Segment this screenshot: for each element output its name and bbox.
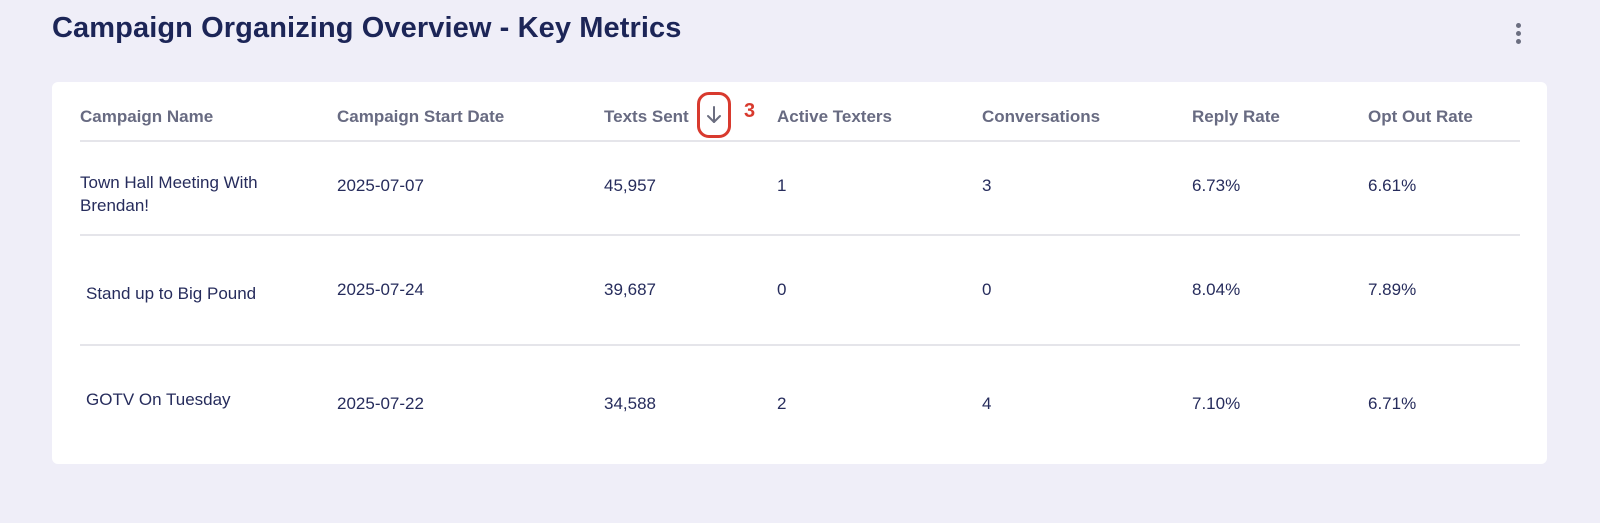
row-divider xyxy=(80,234,1520,236)
cell-reply-rate: 6.73% xyxy=(1192,176,1241,195)
cell-texts-sent: 39,687 xyxy=(604,280,656,299)
column-header-campaign-name[interactable]: Campaign Name xyxy=(80,105,213,128)
cell-texts-sent: 45,957 xyxy=(604,176,656,195)
cell-conversations: 0 xyxy=(982,280,992,299)
cell-opt-out-rate: 6.71% xyxy=(1368,394,1417,413)
cell-reply-rate: 8.04% xyxy=(1192,280,1241,299)
sort-button[interactable] xyxy=(697,92,731,138)
more-vertical-icon[interactable] xyxy=(1506,18,1530,48)
cell-reply-rate: 7.10% xyxy=(1192,394,1241,413)
cell-start-date: 2025-07-24 xyxy=(337,280,424,299)
row-divider xyxy=(80,344,1520,346)
column-header-opt-out-rate[interactable]: Opt Out Rate xyxy=(1368,105,1473,128)
cell-active-texters: 2 xyxy=(777,394,787,413)
menu-dot xyxy=(1515,38,1521,44)
page-title: Campaign Organizing Overview - Key Metri… xyxy=(52,12,682,44)
metrics-table-card: Campaign Name Campaign Start Date Texts … xyxy=(52,82,1547,464)
cell-opt-out-rate: 7.89% xyxy=(1368,280,1417,299)
menu-dot xyxy=(1515,22,1521,28)
cell-conversations: 4 xyxy=(982,394,992,413)
cell-opt-out-rate: 6.61% xyxy=(1368,176,1417,195)
column-header-reply-rate[interactable]: Reply Rate xyxy=(1192,105,1280,128)
cell-start-date: 2025-07-07 xyxy=(337,176,424,195)
column-header-active-texters[interactable]: Active Texters xyxy=(777,105,892,128)
column-header-start-date[interactable]: Campaign Start Date xyxy=(337,105,504,128)
column-header-conversations[interactable]: Conversations xyxy=(982,105,1100,128)
arrow-down-icon xyxy=(707,106,721,123)
column-header-texts-sent[interactable]: Texts Sent xyxy=(604,105,689,128)
cell-conversations: 3 xyxy=(982,176,992,195)
cell-active-texters: 0 xyxy=(777,280,787,299)
cell-texts-sent: 34,588 xyxy=(604,394,656,413)
cell-start-date: 2025-07-22 xyxy=(337,394,424,413)
cell-campaign-name: Town Hall Meeting With xyxy=(80,173,258,192)
cell-campaign-name: Brendan! xyxy=(80,196,149,215)
header-divider xyxy=(80,140,1520,142)
cell-campaign-name: GOTV On Tuesday xyxy=(86,390,231,409)
cell-active-texters: 1 xyxy=(777,176,787,195)
cell-campaign-name: Stand up to Big Pound xyxy=(86,284,257,303)
menu-dot xyxy=(1515,30,1521,36)
annotation-label: 3 xyxy=(744,100,756,122)
